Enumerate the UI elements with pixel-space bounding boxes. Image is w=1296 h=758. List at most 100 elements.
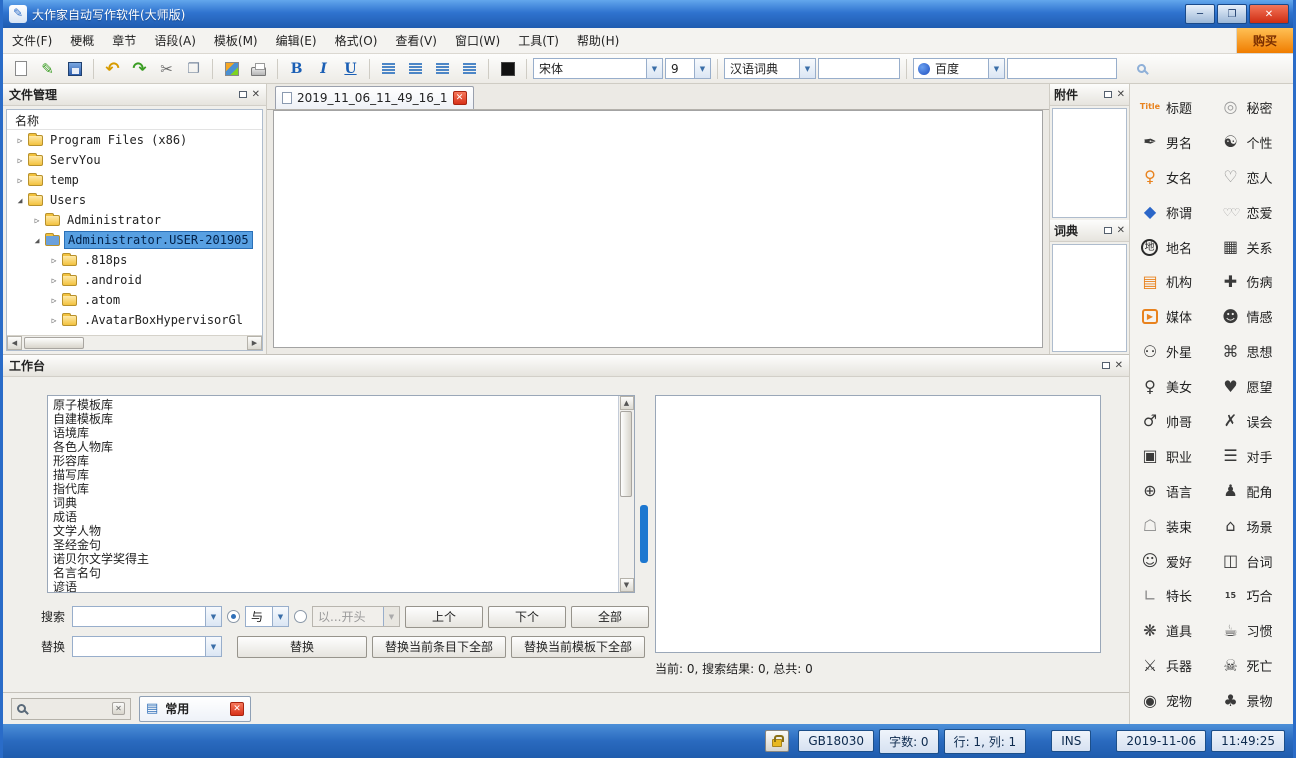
sidebar-entry[interactable]: ♡♡ 恋爱: [1213, 195, 1294, 230]
sidebar-entry[interactable]: 地 地名: [1132, 230, 1213, 265]
replace-template-all-button[interactable]: 替换当前模板下全部: [511, 636, 645, 658]
menu-item[interactable]: 窗口(W): [446, 28, 509, 53]
library-item[interactable]: 文学人物: [53, 524, 613, 538]
underline-button[interactable]: U: [338, 57, 363, 81]
sidebar-entry[interactable]: ☻ 情感: [1213, 299, 1294, 334]
menu-item[interactable]: 格式(O): [326, 28, 387, 53]
sidebar-entry[interactable]: ♡ 恋人: [1213, 160, 1294, 195]
scroll-right-icon[interactable]: ▶: [247, 336, 262, 350]
sidebar-entry[interactable]: ◎ 秘密: [1213, 90, 1294, 125]
scroll-track[interactable]: [22, 336, 247, 350]
chevron-down-icon[interactable]: ▼: [988, 59, 1004, 78]
tree-expander-icon[interactable]: ▷: [30, 216, 44, 225]
tree-row[interactable]: ◢ Administrator.USER-201905: [7, 230, 262, 250]
lock-toggle-button[interactable]: [765, 730, 789, 752]
sidebar-entry[interactable]: ♟ 配角: [1213, 474, 1294, 509]
sidebar-entry[interactable]: ◫ 台词: [1213, 544, 1294, 579]
minimize-button[interactable]: ─: [1185, 4, 1215, 24]
chevron-down-icon[interactable]: ▼: [205, 637, 221, 656]
vertical-scrollbar[interactable]: ▲ ▼: [618, 396, 634, 592]
replace-term-combo[interactable]: ▼: [72, 636, 222, 657]
tree-row[interactable]: ▷ .atom: [7, 290, 262, 310]
tree-expander-icon[interactable]: ▷: [13, 156, 27, 165]
scroll-down-icon[interactable]: ▼: [620, 578, 634, 592]
menu-item[interactable]: 查看(V): [386, 28, 446, 53]
font-size-combo[interactable]: 9 ▼: [665, 58, 711, 79]
sidebar-entry[interactable]: ⌂ 场景: [1213, 509, 1294, 544]
tree-row[interactable]: ▷ ServYou: [7, 150, 262, 170]
common-tab[interactable]: ▤ 常用 ✕: [139, 696, 251, 722]
sidebar-entry[interactable]: ◆ 称谓: [1132, 195, 1213, 230]
search-engine-combo[interactable]: 百度 ▼: [913, 58, 1005, 79]
close-panel-icon[interactable]: ✕: [1117, 90, 1125, 100]
float-panel-icon[interactable]: [1104, 227, 1112, 234]
font-color-button[interactable]: [495, 57, 520, 81]
tree-row[interactable]: ▷ temp: [7, 170, 262, 190]
search-panel-tab[interactable]: ✕: [11, 698, 131, 720]
chevron-down-icon[interactable]: ▼: [272, 607, 288, 626]
replace-entry-all-button[interactable]: 替换当前条目下全部: [372, 636, 506, 658]
sidebar-entry[interactable]: Title 标题: [1132, 90, 1213, 125]
buy-button[interactable]: 购买: [1236, 28, 1293, 53]
sidebar-entry[interactable]: ❋ 道具: [1132, 613, 1213, 648]
close-panel-icon[interactable]: ✕: [1117, 226, 1125, 236]
sidebar-entry[interactable]: ✗ 误会: [1213, 404, 1294, 439]
scroll-up-icon[interactable]: ▲: [620, 396, 634, 410]
sidebar-entry[interactable]: ☠ 死亡: [1213, 648, 1294, 683]
next-button[interactable]: 下个: [488, 606, 566, 628]
sidebar-entry[interactable]: ✒ 男名: [1132, 125, 1213, 160]
sidebar-entry[interactable]: ▣ 职业: [1132, 439, 1213, 474]
close-tab-icon[interactable]: ✕: [453, 91, 467, 105]
dictionary-input[interactable]: [818, 58, 900, 79]
horizontal-scrollbar[interactable]: ◀ ▶: [7, 335, 262, 350]
previous-button[interactable]: 上个: [405, 606, 483, 628]
web-search-input[interactable]: [1007, 58, 1117, 79]
sidebar-entry[interactable]: ▦ 关系: [1213, 230, 1294, 265]
chevron-down-icon[interactable]: ▼: [799, 59, 815, 78]
splitter-handle[interactable]: [640, 505, 648, 563]
print-button[interactable]: [246, 57, 271, 81]
bold-button[interactable]: B: [284, 57, 309, 81]
sidebar-entry[interactable]: ♂ 帅哥: [1132, 404, 1213, 439]
tree-expander-icon[interactable]: ◢: [30, 236, 44, 245]
chevron-down-icon[interactable]: ▼: [694, 59, 710, 78]
chevron-down-icon[interactable]: ▼: [205, 607, 221, 626]
sidebar-entry[interactable]: ⚇ 外星: [1132, 334, 1213, 369]
close-tab-icon[interactable]: ✕: [112, 702, 125, 715]
sidebar-entry[interactable]: ⌘ 思想: [1213, 334, 1294, 369]
library-item[interactable]: 自建模板库: [53, 412, 613, 426]
sidebar-entry[interactable]: ⊕ 语言: [1132, 474, 1213, 509]
attachment-list[interactable]: [1052, 108, 1127, 218]
sidebar-entry[interactable]: ♀ 美女: [1132, 369, 1213, 404]
sidebar-entry[interactable]: ☯ 个性: [1213, 125, 1294, 160]
tree-expander-icon[interactable]: ▷: [47, 276, 61, 285]
align-left-button[interactable]: [376, 57, 401, 81]
align-center-button[interactable]: [403, 57, 428, 81]
sidebar-entry[interactable]: ◉ 宠物: [1132, 683, 1213, 718]
and-or-combo[interactable]: 与 ▼: [245, 606, 289, 627]
menu-item[interactable]: 帮助(H): [568, 28, 628, 53]
align-justify-button[interactable]: [457, 57, 482, 81]
sidebar-entry[interactable]: 15 巧合: [1213, 578, 1294, 613]
tree-row[interactable]: ◢ Users: [7, 190, 262, 210]
document-editor[interactable]: [273, 110, 1043, 348]
new-document-button[interactable]: [8, 57, 33, 81]
italic-button[interactable]: I: [311, 57, 336, 81]
library-item[interactable]: 各色人物库: [53, 440, 613, 454]
menu-item[interactable]: 编辑(E): [267, 28, 326, 53]
scroll-thumb[interactable]: [620, 411, 632, 497]
menu-item[interactable]: 章节: [103, 28, 145, 53]
sidebar-entry[interactable]: ▤ 机构: [1132, 264, 1213, 299]
sidebar-entry[interactable]: ♣ 景物: [1213, 683, 1294, 718]
menu-item[interactable]: 模板(M): [205, 28, 267, 53]
tree-expander-icon[interactable]: ▷: [13, 176, 27, 185]
edit-button[interactable]: ✎: [35, 57, 60, 81]
tree-expander-icon[interactable]: ▷: [47, 256, 61, 265]
starts-with-combo[interactable]: 以...开头 ▼: [312, 606, 400, 627]
library-item[interactable]: 词典: [53, 496, 613, 510]
sidebar-entry[interactable]: ♀ 女名: [1132, 160, 1213, 195]
library-item[interactable]: 指代库: [53, 482, 613, 496]
sidebar-entry[interactable]: ∟ 特长: [1132, 578, 1213, 613]
close-button[interactable]: ✕: [1249, 4, 1289, 24]
library-item[interactable]: 描写库: [53, 468, 613, 482]
